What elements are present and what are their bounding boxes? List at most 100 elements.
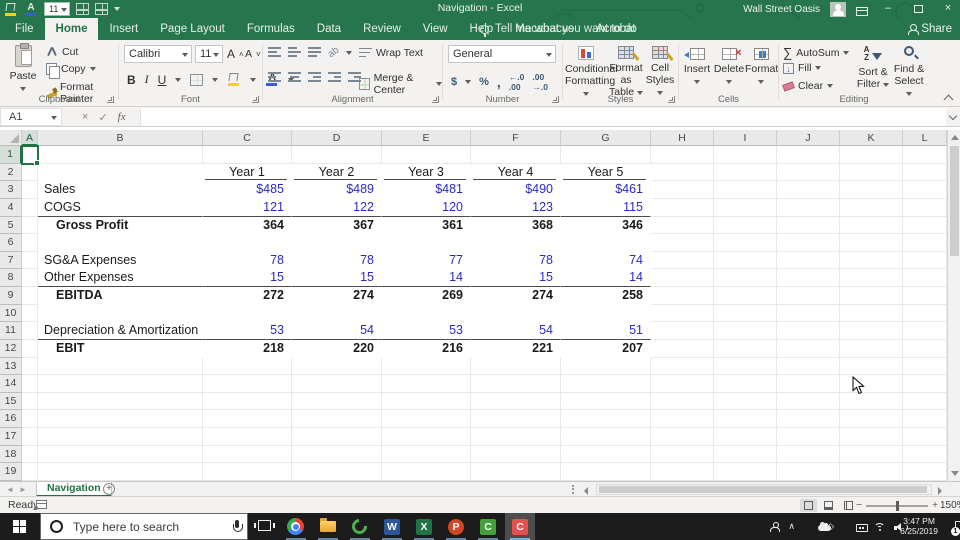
cell-E10[interactable]	[382, 304, 471, 323]
row-header-13[interactable]: 13	[0, 357, 22, 376]
conditional-formatting-button[interactable]: Conditional Formatting	[565, 46, 618, 99]
cell-J15[interactable]	[777, 392, 840, 411]
cell-K13[interactable]	[840, 357, 903, 376]
scroll-down-icon[interactable]	[951, 471, 959, 476]
sheet-tab-navigation[interactable]: Navigation	[36, 482, 112, 497]
cell-K4[interactable]	[840, 198, 903, 217]
cell-A17[interactable]	[22, 428, 38, 446]
sort-filter-button[interactable]: AZ Sort & Filter	[855, 46, 891, 90]
cell-E8[interactable]: 14	[382, 269, 471, 288]
cell-K7[interactable]	[840, 251, 903, 270]
cell-K16[interactable]	[840, 410, 903, 429]
alignment-dialog-launcher[interactable]	[432, 96, 439, 103]
cell-B9[interactable]: EBITDA	[38, 287, 203, 305]
cell-D9[interactable]: 274	[292, 287, 382, 305]
cell-G7[interactable]: 74	[561, 251, 651, 270]
cell-K6[interactable]	[840, 234, 903, 252]
format-cells-button[interactable]: Format	[745, 48, 778, 87]
cell-G12[interactable]: 207	[561, 339, 651, 358]
cell-styles-button[interactable]: Cell Styles	[645, 46, 675, 98]
taskbar-powerpoint[interactable]: P	[441, 513, 471, 540]
row-header-19[interactable]: 19	[0, 463, 22, 481]
cell-K15[interactable]	[840, 392, 903, 411]
cell-E2[interactable]: Year 3	[382, 163, 471, 182]
cell-C12[interactable]: 218	[203, 339, 292, 358]
cell-A14[interactable]	[22, 375, 38, 393]
cell-E18[interactable]	[382, 445, 471, 464]
cell-E16[interactable]	[382, 410, 471, 429]
align-bottom-icon[interactable]	[308, 47, 321, 58]
cell-I3[interactable]	[714, 181, 777, 199]
tab-home[interactable]: Home	[44, 18, 99, 40]
cell-E7[interactable]: 77	[382, 251, 471, 270]
account-name[interactable]: Wall Street Oasis	[743, 4, 820, 15]
cell-C11[interactable]: 53	[203, 322, 292, 340]
cell-F3[interactable]: $490	[471, 181, 561, 199]
paste-button[interactable]: Paste	[6, 43, 40, 94]
task-view-button[interactable]	[250, 513, 280, 540]
taskbar-search-input[interactable]: Type here to search	[40, 513, 248, 540]
cell-H17[interactable]	[651, 428, 714, 446]
cell-E5[interactable]: 361	[382, 216, 471, 235]
row-header-9[interactable]: 9	[0, 287, 22, 305]
tab-page-layout[interactable]: Page Layout	[149, 18, 236, 40]
cell-B6[interactable]	[38, 234, 203, 252]
tab-file[interactable]: File	[4, 18, 45, 40]
underline-button[interactable]: U	[158, 73, 167, 87]
styles-dialog-launcher[interactable]	[668, 96, 675, 103]
cell-I12[interactable]	[714, 339, 777, 358]
cell-C13[interactable]	[203, 357, 292, 376]
cell-C6[interactable]	[203, 234, 292, 252]
cell-B18[interactable]	[38, 445, 203, 464]
cell-I8[interactable]	[714, 269, 777, 288]
select-all-corner[interactable]	[0, 130, 22, 146]
cell-H3[interactable]	[651, 181, 714, 199]
cell-L3[interactable]	[903, 181, 947, 199]
cell-K5[interactable]	[840, 216, 903, 235]
cell-G13[interactable]	[561, 357, 651, 376]
normal-view-button[interactable]	[800, 499, 817, 512]
cell-I9[interactable]	[714, 287, 777, 305]
cell-L6[interactable]	[903, 234, 947, 252]
align-right-icon[interactable]	[308, 72, 321, 83]
cell-D3[interactable]: $489	[292, 181, 382, 199]
insert-cells-button[interactable]: Insert	[681, 48, 713, 87]
col-header-B[interactable]: B	[38, 130, 203, 146]
taskbar-camtasia[interactable]: C	[473, 513, 503, 540]
cell-A10[interactable]	[22, 304, 38, 323]
row-header-11[interactable]: 11	[0, 322, 22, 340]
cell-F13[interactable]	[471, 357, 561, 376]
close-button[interactable]: ×	[938, 1, 958, 17]
row-header-17[interactable]: 17	[0, 428, 22, 446]
fill-color-button[interactable]	[227, 73, 241, 86]
cell-J11[interactable]	[777, 322, 840, 340]
cell-F8[interactable]: 15	[471, 269, 561, 288]
font-size-combo[interactable]: 11	[195, 45, 223, 63]
col-header-L[interactable]: L	[903, 130, 947, 146]
align-middle-icon[interactable]	[288, 47, 301, 58]
cell-F10[interactable]	[471, 304, 561, 323]
cell-I5[interactable]	[714, 216, 777, 235]
cell-D6[interactable]	[292, 234, 382, 252]
cell-J17[interactable]	[777, 428, 840, 446]
cell-I14[interactable]	[714, 375, 777, 393]
col-header-H[interactable]: H	[651, 130, 714, 146]
cell-B11[interactable]: Depreciation & Amortization	[38, 322, 203, 340]
cell-H12[interactable]	[651, 339, 714, 358]
tab-view[interactable]: View	[412, 18, 459, 40]
cell-F14[interactable]	[471, 375, 561, 393]
cell-K11[interactable]	[840, 322, 903, 340]
row-header-4[interactable]: 4	[0, 198, 22, 217]
cell-B15[interactable]	[38, 392, 203, 411]
cell-A15[interactable]	[22, 392, 38, 411]
cell-E11[interactable]: 53	[382, 322, 471, 340]
cell-K1[interactable]	[840, 146, 903, 164]
cell-J18[interactable]	[777, 445, 840, 464]
prev-sheet-icon[interactable]: ◄	[6, 485, 14, 494]
cell-B7[interactable]: SG&A Expenses	[38, 251, 203, 270]
cell-B8[interactable]: Other Expenses	[38, 269, 203, 288]
row-header-2[interactable]: 2	[0, 163, 22, 182]
cell-K9[interactable]	[840, 287, 903, 305]
expand-formula-bar-icon[interactable]	[949, 113, 957, 119]
cell-K8[interactable]	[840, 269, 903, 288]
